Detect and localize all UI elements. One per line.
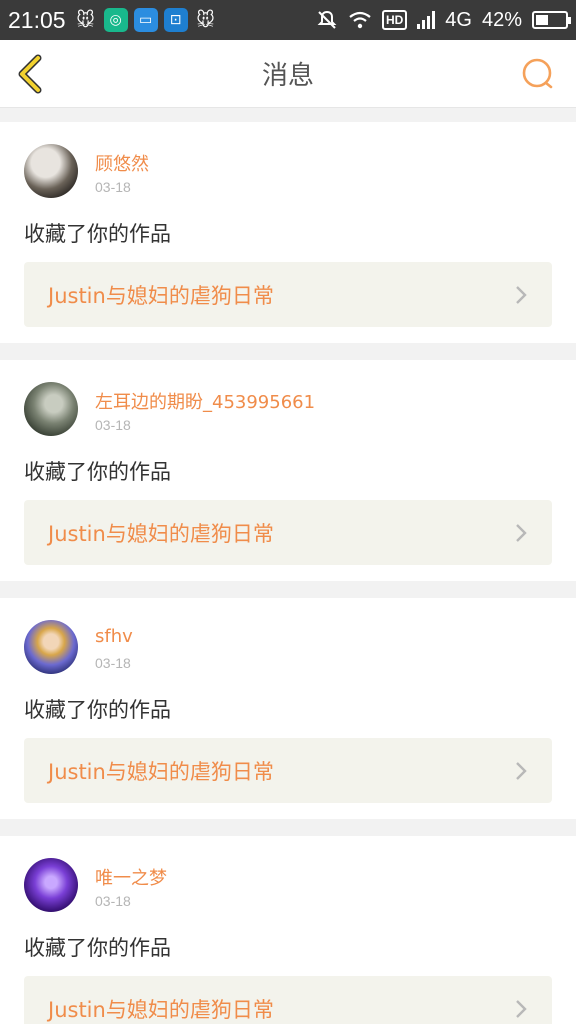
- chevron-left-icon[interactable]: [14, 54, 50, 94]
- work-title: Justin与媳妇的虐狗日常: [48, 997, 274, 1022]
- work-link[interactable]: Justin与媳妇的虐狗日常: [24, 262, 552, 327]
- battery-percent: 42%: [481, 8, 522, 31]
- message-date: 03-18: [95, 655, 131, 671]
- mute-bell-icon: [317, 10, 337, 29]
- message-action-text: 收藏了你的作品: [24, 936, 171, 960]
- status-bar: 21:05 🐭 ◎ ▭ ⊡ 🐭 HD 4G 42%: [0, 0, 576, 40]
- message-card: 唯一之梦 03-18 收藏了你的作品 Justin与媳妇的虐狗日常: [0, 836, 576, 1024]
- message-card: 左耳边的期盼_453995661 03-18 收藏了你的作品 Justin与媳妇…: [0, 360, 576, 581]
- message-action-text: 收藏了你的作品: [24, 698, 171, 722]
- avatar[interactable]: [24, 620, 78, 674]
- scan-notification-icon: ⊡: [163, 8, 188, 32]
- message-date: 03-18: [95, 417, 131, 433]
- hd-badge: HD: [381, 10, 408, 30]
- work-link[interactable]: Justin与媳妇的虐狗日常: [24, 500, 552, 565]
- signal-icon: [417, 11, 436, 29]
- app-notification-icon: ◎: [103, 8, 128, 32]
- wifi-icon: [349, 11, 371, 29]
- chat-notification-icon: ▭: [133, 8, 158, 32]
- page-title: 消息: [261, 61, 314, 91]
- work-title: Justin与媳妇的虐狗日常: [48, 521, 274, 546]
- username[interactable]: 顾悠然: [95, 150, 149, 176]
- message-list: 顾悠然 03-18 收藏了你的作品 Justin与媳妇的虐狗日常 左耳边的期盼_…: [0, 122, 576, 1024]
- network-type: 4G: [445, 8, 472, 31]
- chevron-right-icon: [516, 761, 527, 780]
- work-title: Justin与媳妇的虐狗日常: [48, 759, 274, 784]
- chevron-right-icon: [516, 523, 527, 542]
- message-date: 03-18: [95, 893, 131, 909]
- top-nav-bar: 消息: [0, 40, 576, 108]
- username[interactable]: 左耳边的期盼_453995661: [95, 388, 315, 414]
- message-card: 顾悠然 03-18 收藏了你的作品 Justin与媳妇的虐狗日常: [0, 122, 576, 343]
- chevron-right-icon: [516, 999, 527, 1018]
- mascot-notification-icon: 🐭: [76, 9, 95, 31]
- work-title: Justin与媳妇的虐狗日常: [48, 283, 274, 308]
- battery-level: [536, 15, 548, 25]
- search-icon[interactable]: [520, 56, 556, 92]
- status-time: 21:05: [8, 6, 66, 33]
- avatar[interactable]: [24, 858, 78, 912]
- message-card: sfhv 03-18 收藏了你的作品 Justin与媳妇的虐狗日常: [0, 598, 576, 819]
- avatar[interactable]: [24, 382, 78, 436]
- username[interactable]: 唯一之梦: [95, 864, 167, 890]
- username[interactable]: sfhv: [95, 626, 133, 647]
- avatar[interactable]: [24, 144, 78, 198]
- battery-icon: [532, 11, 571, 29]
- message-date: 03-18: [95, 179, 131, 195]
- work-link[interactable]: Justin与媳妇的虐狗日常: [24, 976, 552, 1024]
- chevron-right-icon: [516, 285, 527, 304]
- message-action-text: 收藏了你的作品: [24, 460, 171, 484]
- message-action-text: 收藏了你的作品: [24, 222, 171, 246]
- mascot-notification-icon-2: 🐭: [196, 9, 215, 31]
- work-link[interactable]: Justin与媳妇的虐狗日常: [24, 738, 552, 803]
